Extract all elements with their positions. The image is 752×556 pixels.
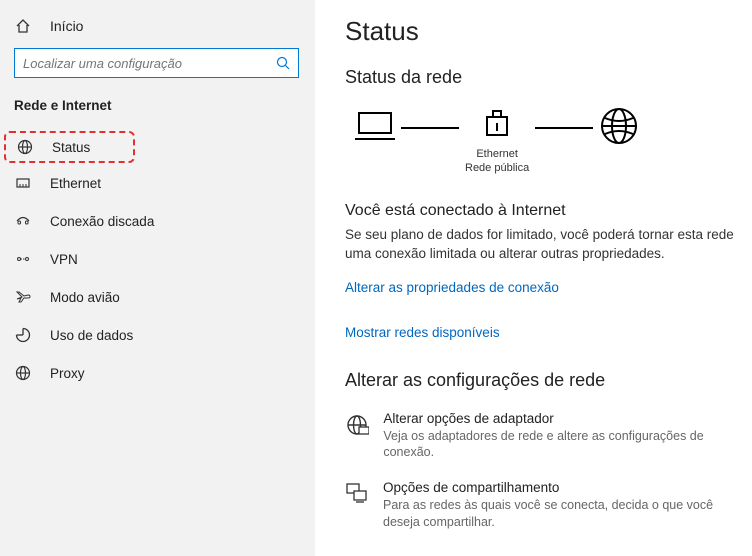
diagram-line [535, 127, 593, 129]
sidebar-item-dialup[interactable]: Conexão discada [0, 203, 315, 239]
node-computer [355, 109, 395, 169]
sidebar-item-label: Modo avião [50, 290, 120, 305]
sidebar-item-proxy[interactable]: Proxy [0, 355, 315, 391]
option-sharing[interactable]: Opções de compartilhamento Para as redes… [345, 480, 734, 530]
option-desc: Veja os adaptadores de rede e altere as … [383, 428, 734, 461]
sidebar-item-label: Proxy [50, 366, 85, 381]
search-icon [276, 56, 290, 70]
option-adapter-settings[interactable]: Alterar opções de adaptador Veja os adap… [345, 411, 734, 461]
adapter-options-icon [345, 411, 369, 437]
search-box[interactable] [14, 48, 299, 78]
sidebar-item-datausage[interactable]: Uso de dados [0, 317, 315, 353]
sidebar-item-label: Uso de dados [50, 328, 133, 343]
link-show-networks[interactable]: Mostrar redes disponíveis [345, 325, 734, 340]
option-title: Alterar opções de adaptador [383, 411, 734, 426]
sidebar-item-ethernet[interactable]: Ethernet [0, 165, 315, 201]
sidebar: Início Rede e Internet Status Ethernet C… [0, 0, 315, 556]
home-icon [14, 18, 32, 34]
sidebar-item-vpn[interactable]: VPN [0, 241, 315, 277]
sidebar-item-status[interactable]: Status [4, 131, 135, 163]
internet-globe-icon [599, 106, 639, 146]
main-content: Status Status da rede Ethernet Rede públ… [315, 0, 752, 556]
diagram-net-type: Rede pública [465, 162, 529, 174]
sidebar-item-label: Conexão discada [50, 214, 154, 229]
computer-icon [355, 109, 395, 143]
home-label: Início [50, 18, 83, 34]
change-settings-title: Alterar as configurações de rede [345, 370, 734, 391]
sidebar-item-label: Ethernet [50, 176, 101, 191]
option-desc: Para as redes às quais você se conecta, … [383, 497, 734, 530]
network-diagram: Ethernet Rede pública [345, 106, 734, 172]
ethernet-icon [14, 175, 32, 191]
diagram-line [401, 127, 459, 129]
search-input[interactable] [23, 56, 276, 71]
adapter-icon [482, 109, 512, 143]
data-usage-icon [14, 327, 32, 343]
option-title: Opções de compartilhamento [383, 480, 734, 495]
vpn-icon [14, 251, 32, 267]
node-adapter: Ethernet Rede pública [465, 109, 529, 169]
home-nav[interactable]: Início [0, 12, 315, 44]
dialup-icon [14, 213, 32, 229]
connected-title: Você está conectado à Internet [345, 202, 734, 220]
sidebar-item-label: VPN [50, 252, 78, 267]
sharing-options-icon [345, 480, 369, 506]
link-change-connection-props[interactable]: Alterar as propriedades de conexão [345, 280, 734, 295]
airplane-icon [14, 289, 32, 305]
globe-icon [16, 139, 34, 155]
node-internet [599, 106, 639, 172]
sidebar-item-airplane[interactable]: Modo avião [0, 279, 315, 315]
search-wrap [0, 44, 315, 98]
diagram-conn-name: Ethernet [476, 148, 518, 160]
page-title: Status [345, 16, 734, 47]
proxy-icon [14, 365, 32, 381]
connected-description: Se seu plano de dados for limitado, você… [345, 226, 734, 264]
sidebar-item-label: Status [52, 140, 90, 155]
category-header: Rede e Internet [0, 98, 315, 129]
network-status-title: Status da rede [345, 67, 734, 88]
